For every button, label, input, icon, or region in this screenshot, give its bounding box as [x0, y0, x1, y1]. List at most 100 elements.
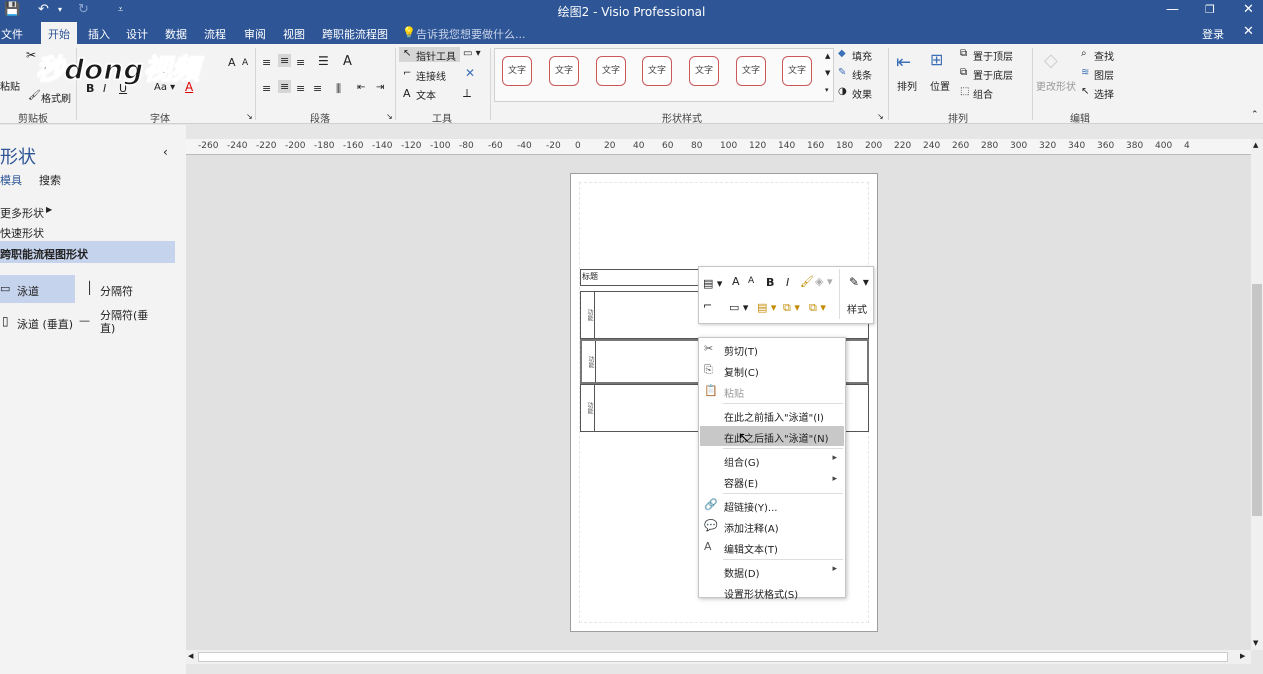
pointer-tool-icon[interactable]: ↖: [403, 48, 411, 59]
context-menu-item[interactable]: 在此之前插入"泳道"(I): [700, 405, 844, 425]
pointer-tool-button[interactable]: 指针工具: [416, 48, 456, 63]
mini-send-back-icon[interactable]: ⧉ ▾: [809, 301, 826, 315]
shape-style-1[interactable]: 文字: [502, 56, 532, 86]
send-to-back-button[interactable]: 置于底层: [973, 67, 1013, 82]
text-direction-icon[interactable]: A: [343, 54, 352, 69]
mini-bold-icon[interactable]: B: [766, 276, 774, 289]
shape-style-3[interactable]: 文字: [596, 56, 626, 86]
line-button[interactable]: 线条: [852, 67, 872, 82]
layers-button[interactable]: 图层: [1094, 67, 1114, 82]
vertical-scrollbar[interactable]: ▲ ▼: [1251, 139, 1263, 650]
fill-button[interactable]: 填充: [852, 48, 872, 63]
mini-style-icon[interactable]: ✎ ▾: [849, 275, 869, 289]
send-to-back-icon[interactable]: ⧉: [960, 67, 967, 78]
columns-icon[interactable]: ⫼: [336, 82, 341, 96]
paste-button[interactable]: 粘贴: [0, 78, 20, 93]
delete-connector-icon[interactable]: ✕: [465, 66, 475, 80]
context-menu-item[interactable]: 在此之后插入"泳道"(N): [700, 426, 844, 446]
context-menu-item[interactable]: A 编辑文本(T): [700, 537, 844, 557]
shape-swimlane-vertical[interactable]: 泳道 (垂直): [17, 316, 73, 332]
layers-icon[interactable]: ≋: [1081, 67, 1089, 78]
align-bottom-icon[interactable]: ≡: [296, 56, 305, 69]
connector-icon[interactable]: ⌐: [403, 68, 411, 79]
mini-italic-icon[interactable]: I: [786, 276, 789, 289]
decrease-indent-icon[interactable]: ⇤: [357, 82, 365, 93]
paragraph-dialog-launcher-icon[interactable]: ↘: [386, 112, 393, 121]
shape-separator-vertical[interactable]: 分隔符(垂直): [100, 309, 160, 335]
close-icon[interactable]: ✕: [1243, 2, 1254, 18]
collapse-pane-icon[interactable]: ‹: [163, 145, 168, 159]
align-right-icon[interactable]: ≡: [296, 82, 305, 95]
increase-indent-icon[interactable]: ⇥: [376, 82, 384, 93]
tab-design[interactable]: 设计: [126, 26, 148, 42]
vertical-scroll-thumb[interactable]: [1252, 284, 1262, 516]
tab-review[interactable]: 审阅: [244, 26, 266, 42]
group-button[interactable]: 组合: [973, 86, 993, 101]
context-menu-item[interactable]: 数据(D) ▸: [700, 561, 844, 581]
scroll-down-icon[interactable]: ▼: [1253, 639, 1258, 647]
text-tool-icon[interactable]: A: [403, 87, 411, 100]
align-middle-icon[interactable]: ≡: [278, 54, 292, 67]
context-menu-item[interactable]: ✂ 剪切(T): [700, 339, 844, 359]
font-dialog-launcher-icon[interactable]: ↘: [246, 112, 253, 121]
shape-style-5[interactable]: 文字: [689, 56, 719, 86]
quick-shapes[interactable]: 快速形状: [0, 225, 44, 241]
tell-me-icon[interactable]: 💡: [402, 26, 416, 39]
tab-stencils[interactable]: 模具: [0, 172, 22, 188]
tab-process[interactable]: 流程: [204, 26, 226, 42]
context-menu-item[interactable]: ⎘ 复制(C): [700, 360, 844, 380]
shape-separator[interactable]: 分隔符: [100, 283, 133, 299]
context-menu-item[interactable]: 组合(G) ▸: [700, 450, 844, 470]
shrink-font-icon[interactable]: A: [242, 58, 248, 68]
arrange-button[interactable]: 排列: [897, 78, 917, 93]
shape-style-2[interactable]: 文字: [549, 56, 579, 86]
align-left-icon[interactable]: ≡: [262, 82, 271, 95]
bring-to-front-button[interactable]: 置于顶层: [973, 48, 1013, 63]
connector-button[interactable]: 连接线: [416, 68, 446, 83]
shape-style-6[interactable]: 文字: [736, 56, 766, 86]
tab-view[interactable]: 视图: [283, 26, 305, 42]
horizontal-scrollbar[interactable]: ◀ ▶: [186, 650, 1251, 664]
align-center-icon[interactable]: ≡: [278, 80, 292, 93]
scroll-up-icon[interactable]: ▲: [1253, 141, 1258, 149]
close-document-icon[interactable]: ✕: [1243, 24, 1254, 39]
mini-bring-front-icon[interactable]: ⧉ ▾: [783, 301, 800, 315]
select-icon[interactable]: ↖: [1081, 86, 1089, 97]
scroll-left-icon[interactable]: ◀: [188, 652, 193, 660]
find-button[interactable]: 查找: [1094, 48, 1114, 63]
styles-scroll-up-icon[interactable]: ▲: [825, 52, 830, 60]
tab-file[interactable]: 文件: [1, 26, 23, 42]
justify-icon[interactable]: ≡: [313, 82, 322, 95]
minimize-icon[interactable]: —: [1166, 2, 1179, 18]
select-button[interactable]: 选择: [1094, 86, 1114, 101]
position-icon[interactable]: ⊞: [930, 50, 943, 69]
find-icon[interactable]: ⌕: [1081, 48, 1087, 59]
effects-icon[interactable]: ◑: [838, 86, 847, 97]
shape-style-7[interactable]: 文字: [782, 56, 812, 86]
horizontal-scroll-thumb[interactable]: [198, 652, 1228, 662]
line-icon[interactable]: ✎: [838, 67, 846, 78]
mini-shrink-font-icon[interactable]: A: [748, 276, 754, 286]
connection-point-icon[interactable]: ⟂: [463, 86, 471, 101]
mini-style-button[interactable]: 样式: [847, 301, 867, 316]
tab-data[interactable]: 数据: [165, 26, 187, 42]
format-painter-icon[interactable]: 🖌: [28, 90, 41, 101]
rectangle-tool-icon[interactable]: ▭ ▾: [463, 48, 481, 59]
bullets-icon[interactable]: ☰: [318, 54, 329, 68]
text-tool-button[interactable]: 文本: [416, 87, 436, 102]
context-menu-item[interactable]: 容器(E) ▸: [700, 471, 844, 491]
styles-scroll-down-icon[interactable]: ▼: [825, 69, 830, 77]
bring-to-front-icon[interactable]: ⧉: [960, 48, 967, 59]
active-stencil[interactable]: 跨职能流程图形状: [0, 246, 88, 262]
restore-icon[interactable]: ❐: [1205, 2, 1215, 18]
tab-cross-functional[interactable]: 跨职能流程图: [322, 26, 388, 42]
effects-button[interactable]: 效果: [852, 86, 872, 101]
group-icon[interactable]: ⬚: [960, 86, 969, 97]
tab-insert[interactable]: 插入: [88, 26, 110, 42]
sign-in-link[interactable]: 登录: [1202, 26, 1224, 42]
cut-icon[interactable]: ✂: [26, 48, 36, 62]
align-top-icon[interactable]: ≡: [262, 56, 271, 69]
align-shapes-icon[interactable]: ⇤: [896, 52, 911, 73]
mini-align-icon[interactable]: ▭ ▾: [729, 301, 748, 314]
context-menu-item[interactable]: 💬 添加注释(A): [700, 516, 844, 536]
